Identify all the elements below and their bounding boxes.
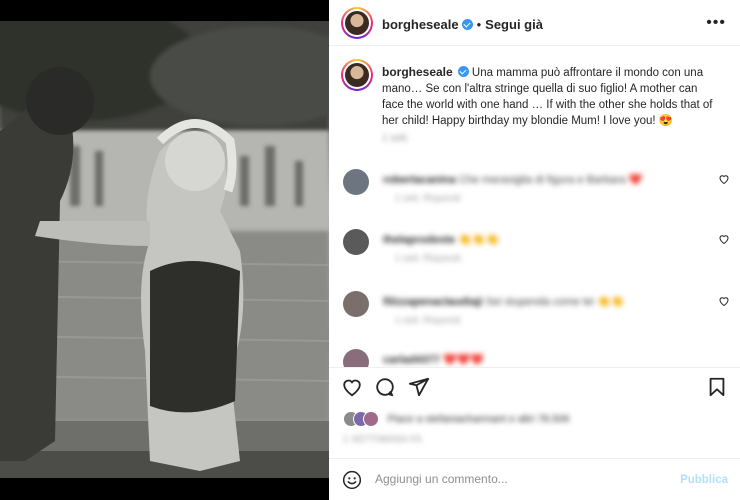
caption-username[interactable]: borgheseale <box>382 65 453 79</box>
bookmark-icon[interactable] <box>706 376 728 398</box>
comment-text: filizzapenaclaudiaji Sei stupenda come l… <box>383 296 625 308</box>
comment-item: thelaprodeste 👏👏👏 1 sett. Rispondi <box>329 225 740 285</box>
verified-badge-icon <box>457 66 469 77</box>
post-caption: borgheseale Una mamma può affrontare il … <box>382 64 722 129</box>
caption-meta: 1 sett. <box>382 133 410 144</box>
comment-meta: 1 sett. Rispondi <box>395 193 461 204</box>
comment-text: carlad4377 ❤️❤️❤️ <box>383 354 485 366</box>
publish-button[interactable]: Pubblica <box>680 474 728 486</box>
comment-meta: 1 sett. Rispondi <box>395 315 461 326</box>
comment-like-heart-icon[interactable] <box>718 233 730 245</box>
likes-text: Piace a stefaniacharmant e altri 78.506 <box>387 412 570 425</box>
comment-text: thelaprodeste 👏👏👏 <box>383 234 500 246</box>
author-username[interactable]: borgheseale <box>382 17 459 32</box>
post-date: 1 SETTIMANA FA <box>343 434 423 444</box>
comment-input[interactable] <box>375 472 675 486</box>
likes-summary[interactable]: Piace a stefaniacharmant e altri 78.506 <box>343 410 570 430</box>
heart-icon[interactable] <box>341 376 363 398</box>
more-horizontal-icon[interactable]: ••• <box>706 14 726 32</box>
comment-item: filizzapenaclaudiaji Sei stupenda come l… <box>329 287 740 347</box>
verified-badge-icon <box>461 19 473 30</box>
post-photo[interactable] <box>0 21 329 478</box>
comments-section[interactable]: borgheseale Una mamma può affrontare il … <box>329 47 740 367</box>
liker-avatars <box>343 410 379 427</box>
post-side-panel: borgheseale • Segui già ••• borgheseale Un… <box>329 0 740 500</box>
share-icon[interactable] <box>408 376 430 398</box>
comment-like-heart-icon[interactable] <box>718 295 730 307</box>
add-comment-bar: Pubblica <box>329 458 740 500</box>
follow-status-button[interactable]: Segui già <box>485 17 543 32</box>
commenter-avatar[interactable] <box>343 291 369 317</box>
post-photo-image <box>0 21 329 478</box>
instagram-post-view: borgheseale • Segui già ••• borgheseale Un… <box>0 0 740 500</box>
commenter-avatar[interactable] <box>343 229 369 255</box>
caption-avatar[interactable] <box>341 59 373 91</box>
comment-like-heart-icon[interactable] <box>718 173 730 185</box>
commenter-avatar[interactable] <box>343 169 369 195</box>
comment-icon[interactable] <box>374 376 396 398</box>
comment-item: carlad4377 ❤️❤️❤️ <box>329 345 740 367</box>
separator-dot: • <box>476 17 482 32</box>
comment-text: robertacanina Che meraviglia di figura e… <box>383 174 643 186</box>
author-avatar[interactable] <box>341 7 373 39</box>
post-header: borgheseale • Segui già ••• <box>329 0 740 46</box>
emoji-smiley-icon[interactable] <box>342 470 362 490</box>
comment-meta: 1 sett. Rispondi <box>395 253 461 264</box>
commenter-avatar[interactable] <box>343 349 369 367</box>
comment-item: robertacanina Che meraviglia di figura e… <box>329 165 740 225</box>
post-actions-bar <box>329 367 740 407</box>
author-info: borgheseale • Segui già <box>382 16 543 34</box>
